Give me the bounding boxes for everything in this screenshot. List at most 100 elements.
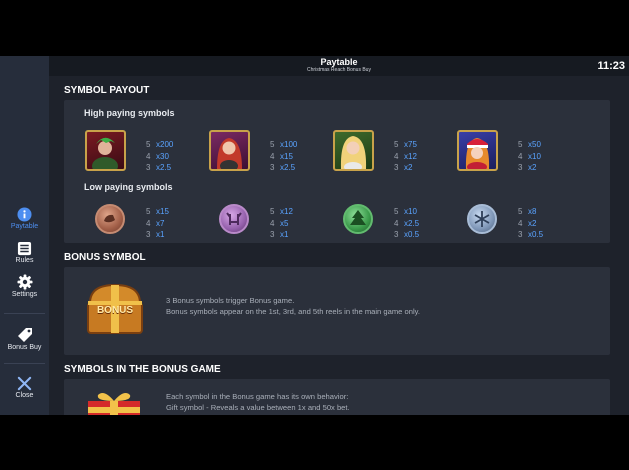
bonus-game-description-line: Gift symbol - Reveals a value between 1x… xyxy=(166,403,350,412)
payout-row: 3 x2.5 xyxy=(270,162,297,174)
payout-multiplier: x12 xyxy=(404,151,417,161)
payout-row: 5 x100 xyxy=(270,139,297,151)
payout-multiplier: x2.5 xyxy=(280,163,296,172)
sidebar-item-close[interactable]: Close xyxy=(0,376,49,399)
bonus-chest-icon: BONUS xyxy=(84,281,146,337)
sidebar-item-label: Bonus Buy xyxy=(7,344,42,351)
symbol-count: 5 xyxy=(518,207,523,216)
payout-row: 4 x30 xyxy=(146,151,173,163)
payout-multiplier: x10 xyxy=(528,151,541,161)
low-paying-title: Low paying symbols xyxy=(84,182,173,192)
payout-multiplier: x15 xyxy=(156,207,169,216)
payout-row: 4 x15 xyxy=(270,151,297,163)
payout-multiplier: x5 xyxy=(280,218,289,228)
tag-icon xyxy=(17,328,32,342)
sidebar-item-rules[interactable]: Rules xyxy=(0,241,49,264)
symbol-count: 4 xyxy=(518,218,523,228)
payout-row: 5 x10 xyxy=(394,206,419,218)
bonus-game-description-line: Each symbol in the Bonus game has its ow… xyxy=(166,392,349,401)
payout-row: 4 x5 xyxy=(270,218,293,230)
symbol-count: 3 xyxy=(518,230,523,239)
payout-row: 3 x0.5 xyxy=(394,229,419,241)
high-paying-title: High paying symbols xyxy=(84,108,175,118)
symbol-payout-card: High paying symbols 5 x200 4 x30 3 x2.5 5 x1… xyxy=(64,100,610,243)
symbol-count: 4 xyxy=(518,151,523,161)
page-title: Paytable xyxy=(320,57,358,67)
symbol-count: 3 xyxy=(270,163,275,172)
symbol-count: 3 xyxy=(146,230,151,239)
symbol-count: 4 xyxy=(270,218,275,228)
sidebar-divider xyxy=(4,313,45,314)
close-icon xyxy=(17,376,32,391)
purple-antler-coin xyxy=(219,204,249,234)
payout-row: 3 x1 xyxy=(270,229,293,241)
payout-row: 3 x1 xyxy=(146,229,169,241)
payout-row: 4 x2 xyxy=(518,218,543,230)
symbol-count: 4 xyxy=(394,218,399,228)
payout-multiplier: x2.5 xyxy=(156,163,172,172)
payout-multiplier: x2 xyxy=(404,163,413,172)
payout-list: 5 x100 4 x15 3 x2.5 xyxy=(270,139,297,174)
payout-multiplier: x2.5 xyxy=(404,218,420,228)
sidebar-item-paytable[interactable]: Paytable xyxy=(0,207,49,230)
symbol-count: 5 xyxy=(394,140,399,149)
payout-multiplier: x100 xyxy=(280,140,298,149)
payout-row: 3 x2.5 xyxy=(146,162,173,174)
snow-maiden-portrait xyxy=(457,130,498,171)
payout-row: 3 x2 xyxy=(394,162,417,174)
sidebar-item-settings[interactable]: Settings xyxy=(0,274,49,298)
payout-row: 4 x2.5 xyxy=(394,218,419,230)
game-subtitle: Christmas Reach Bonus Buy xyxy=(307,67,371,73)
sidebar-item-label: Paytable xyxy=(10,223,39,230)
green-tree-coin xyxy=(343,204,373,234)
red-haired-lady-portrait xyxy=(209,130,250,171)
payout-multiplier: x15 xyxy=(280,151,293,161)
sidebar-divider xyxy=(4,363,45,364)
payout-row: 5 x75 xyxy=(394,139,417,151)
payout-multiplier: x10 xyxy=(404,207,417,216)
payout-multiplier: x7 xyxy=(156,218,165,228)
payout-list: 5 x8 4 x2 3 x0.5 xyxy=(518,206,543,241)
bonus-description-line: Bonus symbols appear on the 1st, 3rd, an… xyxy=(166,307,420,316)
blue-snowflake-coin xyxy=(467,204,497,234)
symbol-count: 5 xyxy=(394,207,399,216)
green-haired-elf-portrait xyxy=(85,130,126,171)
payout-list: 5 x75 4 x12 3 x2 xyxy=(394,139,417,174)
bonus-description-line: 3 Bonus symbols trigger Bonus game. xyxy=(166,296,295,305)
symbol-count: 4 xyxy=(394,151,399,161)
payout-row: 3 x0.5 xyxy=(518,229,543,241)
payout-row: 5 x15 xyxy=(146,206,169,218)
symbol-count: 5 xyxy=(270,140,275,149)
payout-row: 4 x12 xyxy=(394,151,417,163)
payout-multiplier: x50 xyxy=(528,140,541,149)
sidebar-item-label: Close xyxy=(15,392,34,399)
symbol-count: 3 xyxy=(394,163,399,172)
blonde-lady-portrait xyxy=(333,130,374,171)
payout-multiplier: x30 xyxy=(156,151,169,161)
payout-row: 5 x12 xyxy=(270,206,293,218)
paytable-content: SYMBOL PAYOUT High paying symbols 5 x200 … xyxy=(49,76,629,415)
section-title-symbol-payout: SYMBOL PAYOUT xyxy=(64,85,150,96)
symbol-count: 4 xyxy=(146,218,151,228)
sidebar-item-bonus-buy[interactable]: Bonus Buy xyxy=(0,327,49,351)
payout-list: 5 x10 4 x2.5 3 x0.5 xyxy=(394,206,419,241)
symbol-count: 3 xyxy=(270,230,275,239)
payout-list: 5 x12 4 x5 3 x1 xyxy=(270,206,293,241)
payout-multiplier: x200 xyxy=(156,140,174,149)
clock: 11:23 xyxy=(597,60,625,72)
payout-row: 3 x2 xyxy=(518,162,541,174)
sidebar: Paytable Rules Settings Bonus Buy Close xyxy=(0,56,49,415)
payout-list: 5 x200 4 x30 3 x2.5 xyxy=(146,139,173,174)
payout-multiplier: x75 xyxy=(404,140,417,149)
payout-row: 4 x7 xyxy=(146,218,169,230)
symbol-count: 3 xyxy=(394,230,399,239)
symbol-count: 5 xyxy=(146,140,151,149)
chest-label: BONUS xyxy=(96,305,134,316)
gift-icon xyxy=(84,389,144,415)
header: Paytable Christmas Reach Bonus Buy 11:23 xyxy=(49,56,629,76)
symbol-count: 4 xyxy=(146,151,151,161)
symbol-count: 3 xyxy=(146,163,151,172)
symbol-count: 5 xyxy=(146,207,151,216)
payout-multiplier: x0.5 xyxy=(528,230,544,239)
bronze-sleigh-coin xyxy=(95,204,125,234)
